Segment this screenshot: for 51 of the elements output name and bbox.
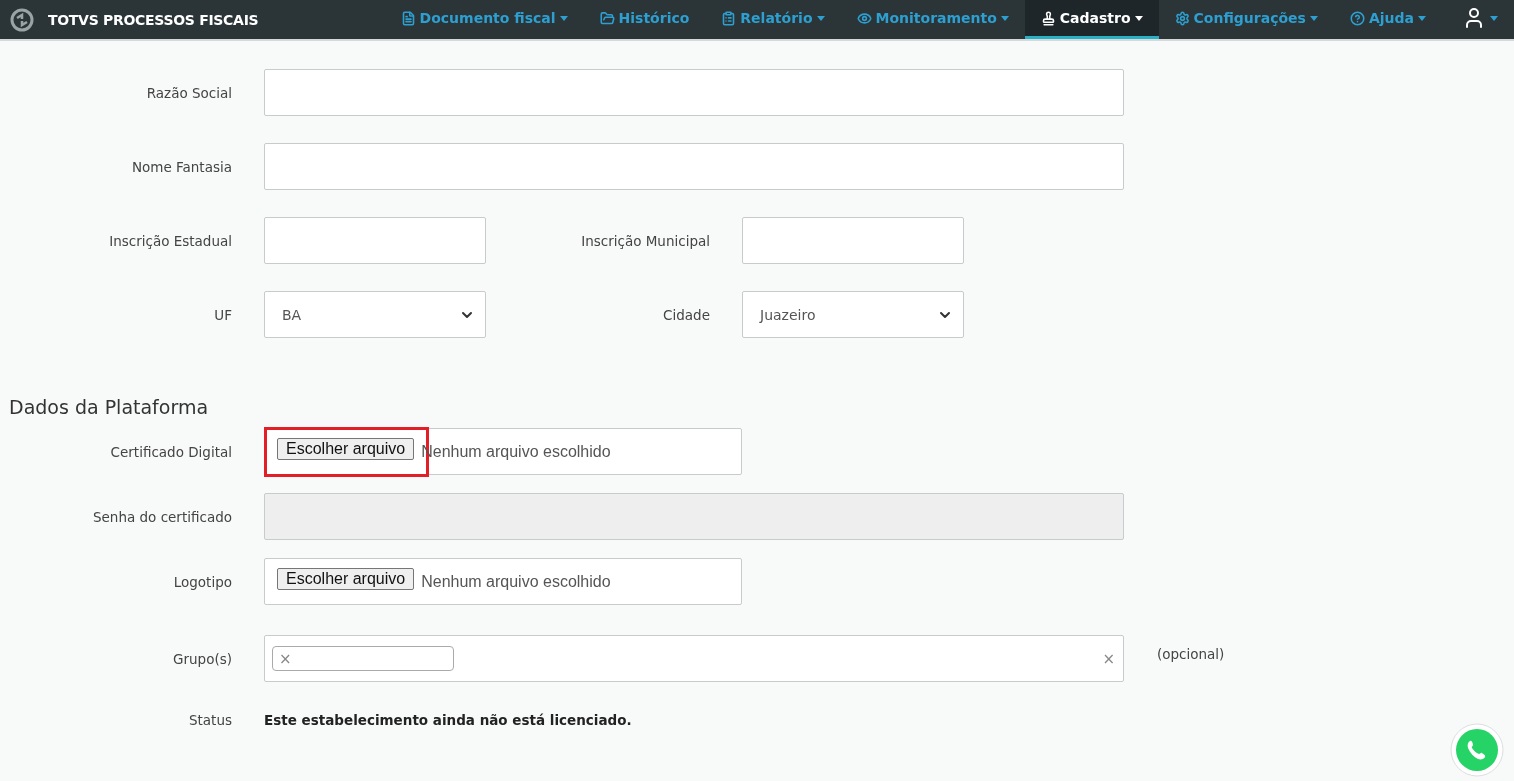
field-label: Inscrição Municipal: [580, 232, 710, 249]
logo-icon: [10, 7, 34, 32]
file-input-field[interactable]: Escolher arquivo Nenhum arquivo escolhido: [264, 558, 742, 605]
section-heading: Dados da Plataforma: [9, 396, 210, 418]
caret-icon: [1418, 15, 1426, 21]
input-field[interactable]: [264, 143, 1124, 190]
nav-icon: [599, 10, 615, 26]
field-label: Grupo(s): [172, 650, 232, 667]
nav-menu-item[interactable]: Relatório: [705, 0, 841, 39]
select-field[interactable]: BA: [264, 291, 486, 338]
choose-file-button[interactable]: Escolher arquivo: [277, 567, 415, 590]
nav-icon: [721, 10, 737, 26]
app-title: TOTVS PROCESSOS FISCAIS: [48, 11, 259, 28]
select-field[interactable]: Juazeiro: [742, 291, 964, 338]
nav-menu-item[interactable]: Cadastro: [1024, 0, 1159, 39]
nav-menu-item[interactable]: Documento fiscal: [384, 0, 584, 39]
nav-menu-item[interactable]: Configurações: [1158, 0, 1334, 39]
nav-icon: [1349, 10, 1365, 26]
caret-icon: [1309, 15, 1318, 21]
caret-icon: [1490, 15, 1498, 21]
caret-icon: [1000, 15, 1009, 21]
nav-icon: [856, 10, 872, 26]
caret-icon: [559, 15, 568, 21]
nav-icon: [1040, 10, 1056, 26]
choose-file-button[interactable]: Escolher arquivo: [277, 437, 415, 460]
status-text: Este estabelecimento ainda não está licenciado.: [264, 712, 632, 728]
input-field[interactable]: [264, 217, 486, 264]
remove-tag-button[interactable]: ×: [279, 649, 292, 668]
field-label: Nome Fantasia: [130, 158, 232, 175]
caret-icon: [816, 15, 825, 21]
field-label: Cidade: [662, 306, 710, 323]
nav-icon: [1174, 10, 1190, 26]
input-field[interactable]: [742, 217, 964, 264]
caret-icon: [1134, 15, 1143, 21]
file-status: Nenhum arquivo escolhido: [421, 572, 611, 591]
nav-menu-item[interactable]: Monitoramento: [840, 0, 1025, 39]
clear-button[interactable]: ×: [1102, 649, 1115, 668]
field-label: Logotipo: [172, 573, 232, 590]
nav-icon: [400, 10, 416, 26]
input-field[interactable]: [264, 69, 1124, 116]
field-label: Senha do certificado: [91, 508, 232, 525]
field-label: Inscrição Estadual: [108, 232, 232, 249]
field-label: UF: [213, 306, 232, 323]
field-label: Status: [187, 712, 232, 728]
multi-select-field[interactable]: × ×: [264, 635, 1124, 682]
field-label: Razão Social: [145, 84, 232, 101]
whatsapp-button[interactable]: [1450, 723, 1504, 777]
field-label: Certificado Digital: [109, 443, 232, 460]
nav-menu-item[interactable]: Histórico: [583, 0, 706, 39]
optional-note: (opcional): [1157, 645, 1225, 662]
nav-menu-item[interactable]: Ajuda: [1333, 0, 1442, 39]
